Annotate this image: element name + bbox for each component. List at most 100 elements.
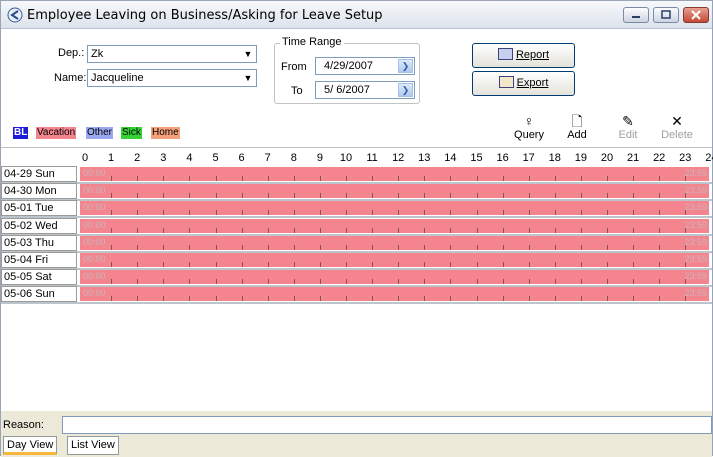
minimize-button[interactable] <box>623 7 649 23</box>
hour-tick <box>580 210 582 216</box>
hour-tick <box>111 262 113 267</box>
hour-tick <box>293 227 295 233</box>
dep-label: Dep.: <box>58 47 85 59</box>
hour-tick <box>476 210 478 216</box>
legend-home: Home <box>151 127 180 139</box>
timeline-row[interactable]: 05-04 Fri 00:00 23:59 <box>1 252 712 269</box>
hour-tick <box>580 227 582 233</box>
hour-tick <box>346 176 347 181</box>
hour-label: 6 <box>238 152 245 164</box>
tab-list-view[interactable]: List View <box>67 436 119 455</box>
timeline-row[interactable]: 04-29 Sun 00:00 23:59 <box>1 166 712 183</box>
edit-button[interactable]: ✎ Edit <box>608 113 648 141</box>
hour-tick <box>398 210 400 216</box>
timeline-row[interactable]: 05-03 Thu 00:00 23:59 <box>1 234 712 252</box>
row-date-label: 05-03 Thu <box>1 234 77 251</box>
hour-tick <box>215 193 217 199</box>
export-button[interactable]: Export <box>472 71 575 96</box>
timeline-row[interactable]: 05-05 Sat 00:00 23:59 <box>1 269 712 286</box>
timeline-row[interactable]: 05-01 Tue 00:00 23:59 <box>1 200 712 217</box>
hour-tick <box>554 227 556 233</box>
bar-end-time: 23:59 <box>684 236 707 247</box>
hour-tick <box>241 279 243 285</box>
hour-tick <box>476 296 478 302</box>
hour-tick <box>346 296 347 302</box>
hour-tick <box>267 227 269 233</box>
hour-tick <box>372 176 374 181</box>
reason-input[interactable] <box>62 416 712 434</box>
name-select[interactable]: Jacqueline ▼ <box>87 69 257 87</box>
hour-label: 4 <box>186 152 193 164</box>
report-button[interactable]: Report <box>472 43 575 68</box>
hour-tick <box>554 296 556 302</box>
hour-label: 22 <box>653 152 666 164</box>
legend-vacation: Vacation <box>36 127 77 139</box>
leave-bar[interactable]: 00:00 23:59 <box>80 235 709 250</box>
leave-bar[interactable]: 00:00 23:59 <box>80 270 709 285</box>
hour-tick <box>450 210 452 216</box>
hour-tick <box>267 244 269 250</box>
hour-tick <box>163 227 165 233</box>
hour-tick <box>189 262 191 267</box>
leave-bar[interactable]: 00:00 23:59 <box>80 184 709 199</box>
hour-tick <box>267 193 269 199</box>
leave-bar[interactable]: 00:00 23:59 <box>80 218 709 233</box>
timeline-row[interactable]: 05-06 Sun 00:00 23:59 <box>1 286 712 303</box>
hour-tick <box>293 176 295 181</box>
hour-tick <box>267 210 269 216</box>
hour-tick <box>241 210 243 216</box>
hour-tick <box>554 262 556 267</box>
bar-end-time: 23:59 <box>684 254 707 264</box>
to-date-picker[interactable]: 5/ 6/2007 ❯ <box>315 81 415 99</box>
add-button[interactable]: 🗋 Add <box>557 113 597 141</box>
leave-bar[interactable]: 00:00 23:59 <box>80 287 709 302</box>
hour-tick <box>633 262 635 267</box>
bar-end-time: 23:59 <box>684 219 707 230</box>
timeline-row[interactable]: 04-30 Mon 00:00 23:59 <box>1 183 712 200</box>
leave-bar[interactable]: 00:00 23:59 <box>80 167 709 181</box>
hour-tick <box>241 262 243 267</box>
hour-label: 1 <box>108 152 115 164</box>
hour-tick <box>163 296 165 302</box>
hour-label: 2 <box>134 152 141 164</box>
hour-tick <box>450 227 452 233</box>
report-button-label: Report <box>515 49 550 61</box>
hour-tick <box>528 193 530 199</box>
query-button[interactable]: ♀ Query <box>509 113 549 141</box>
hour-tick <box>424 210 426 216</box>
row-date-label: 05-02 Wed <box>1 217 77 234</box>
tab-day-view[interactable]: Day View <box>3 436 58 455</box>
hour-tick <box>528 279 530 285</box>
hour-tick <box>554 193 556 199</box>
hour-tick <box>580 279 582 285</box>
hour-tick <box>398 296 400 302</box>
hour-tick <box>528 176 530 181</box>
name-label: Name: <box>54 72 87 84</box>
hour-tick <box>554 210 556 216</box>
delete-button[interactable]: ✕ Delete <box>657 113 697 141</box>
bar-end-time: 23:59 <box>684 288 707 299</box>
row-date-label: 05-06 Sun <box>1 286 77 303</box>
leave-bar[interactable]: 00:00 23:59 <box>80 253 709 267</box>
hour-tick <box>319 296 321 302</box>
hour-tick <box>346 244 347 250</box>
hour-tick <box>502 227 504 233</box>
timeline-row[interactable]: 05-02 Wed 00:00 23:59 <box>1 217 712 235</box>
hour-tick <box>372 262 374 267</box>
hour-tick <box>189 296 191 302</box>
dep-select[interactable]: Zk ▼ <box>87 45 257 63</box>
hour-tick <box>163 193 165 199</box>
new-document-icon: 🗋 <box>571 113 583 129</box>
from-date-picker[interactable]: 4/29/2007 ❯ <box>315 57 415 75</box>
hour-tick <box>424 176 426 181</box>
hour-tick <box>528 262 530 267</box>
hour-header: 0123456789101112131415161718192021222324 <box>1 148 713 166</box>
hour-tick <box>450 193 452 199</box>
maximize-button[interactable] <box>653 7 679 23</box>
hour-tick <box>659 193 661 199</box>
leave-bar[interactable]: 00:00 23:59 <box>80 201 709 216</box>
hour-tick <box>189 193 191 199</box>
close-button[interactable] <box>683 7 709 23</box>
hour-tick <box>398 244 400 250</box>
hour-tick <box>659 244 661 250</box>
